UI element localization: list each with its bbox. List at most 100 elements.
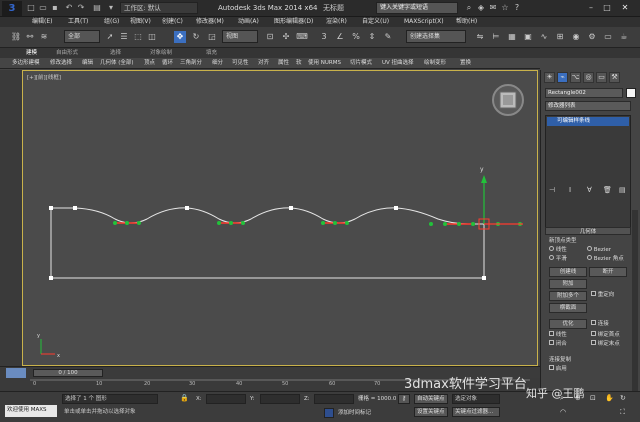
ribbon-polygon-modeling[interactable]: 多边形建模 — [12, 58, 40, 69]
enable-checkbox[interactable]: 启用 — [549, 365, 567, 373]
selection-filter-dropdown[interactable]: 全部 — [64, 30, 100, 43]
ribbon-tab-modeling[interactable]: 建模 — [26, 48, 37, 58]
layer-manager-icon[interactable]: ▦ — [506, 31, 518, 43]
time-slider[interactable]: 0 / 100 — [33, 369, 103, 377]
radio-smooth-icon[interactable] — [549, 255, 554, 260]
bind-first-checkbox[interactable]: 绑定首点 — [591, 331, 620, 339]
pivot-center-icon[interactable]: ⊡ — [264, 31, 276, 43]
ribbon-soft[interactable]: 软 — [296, 58, 302, 69]
spinner-snap-icon[interactable]: ⇕ — [366, 31, 378, 43]
add-time-tag[interactable]: 添加时间标记 — [338, 409, 371, 417]
select-object-icon[interactable]: ➚ — [104, 31, 116, 43]
rendered-frame-icon[interactable]: ▭ — [602, 31, 614, 43]
modify-tab-icon[interactable]: ⌁ — [557, 72, 568, 83]
enable-checkbox-icon[interactable] — [549, 365, 554, 370]
reorient-checkbox-icon[interactable] — [591, 291, 596, 296]
remove-modifier-icon[interactable]: 🗑 — [603, 186, 612, 194]
front-viewport[interactable]: [+][前][线框] y x y — [22, 70, 538, 366]
select-move-icon[interactable]: ✥ — [174, 31, 186, 43]
ribbon-use-nurms[interactable]: 使用 NURMS — [308, 58, 341, 69]
ribbon-tab-freeform[interactable]: 自由形式 — [56, 48, 78, 58]
rectangular-selection-icon[interactable]: ⬚ — [132, 31, 144, 43]
utilities-tab-icon[interactable]: ⚒ — [609, 72, 620, 83]
maximize-viewport-icon[interactable]: ⛶ — [620, 408, 625, 417]
ribbon-loops[interactable]: 循环 — [162, 58, 173, 69]
stack-item-editable-spline[interactable]: 可编辑样条线 — [547, 117, 629, 126]
edit-named-selection-icon[interactable]: ✎ — [382, 31, 394, 43]
z-coordinate-field[interactable] — [314, 394, 354, 404]
menu-rendering[interactable]: 渲染(R) — [326, 17, 347, 27]
help-icon[interactable]: ? — [512, 2, 522, 13]
bind-last-checkbox[interactable]: 绑定末点 — [591, 340, 620, 348]
y-coordinate-field[interactable] — [260, 394, 300, 404]
communication-icon[interactable]: ✉ — [488, 2, 498, 13]
ribbon-tab-populate[interactable]: 填充 — [206, 48, 217, 58]
ribbon-subdivision[interactable]: 细分 — [212, 58, 223, 69]
bind-space-warp-icon[interactable]: ≋ — [38, 31, 50, 43]
percent-snap-icon[interactable]: % — [350, 31, 362, 43]
lock-selection-icon[interactable]: 🔒 — [180, 394, 189, 402]
ribbon-edit[interactable]: 编辑 — [82, 58, 93, 69]
curve-editor-icon[interactable]: ∿ — [538, 31, 550, 43]
reorient-checkbox[interactable]: 重定向 — [591, 291, 614, 299]
menu-tools[interactable]: 工具(T) — [68, 17, 88, 27]
attach-button[interactable]: 附加 — [549, 279, 587, 289]
subscription-icon[interactable]: ◈ — [476, 2, 486, 13]
search-input[interactable]: 键入关键字或短语 — [376, 2, 458, 14]
radio-bezier-corner[interactable]: Bezier 角点 — [587, 255, 624, 263]
viewport-canvas[interactable]: y x y — [23, 71, 537, 365]
show-end-result-icon[interactable]: Ι — [569, 186, 571, 194]
maximize-button[interactable]: □ — [602, 2, 612, 13]
pin-stack-icon[interactable]: ⊣ — [549, 186, 555, 194]
radio-linear[interactable]: 线性 — [549, 246, 567, 254]
create-tab-icon[interactable]: ☀ — [544, 72, 555, 83]
connect-checkbox[interactable]: 连接 — [591, 320, 609, 328]
angle-snap-icon[interactable]: ∠ — [334, 31, 346, 43]
save-icon[interactable]: ▪ — [50, 3, 60, 13]
search-icon[interactable]: ⌕ — [464, 2, 474, 13]
command-panel-scrollbar[interactable] — [632, 210, 638, 410]
motion-tab-icon[interactable]: ◎ — [583, 72, 594, 83]
object-color-swatch[interactable] — [626, 88, 636, 98]
rollout-geometry[interactable]: 几何体 — [545, 227, 631, 235]
quick-access-dropdown-icon[interactable]: ▾ — [106, 3, 116, 13]
render-production-icon[interactable]: ☕ — [618, 31, 630, 43]
menu-maxscript[interactable]: MAXScript(X) — [404, 17, 444, 27]
modifier-list-dropdown[interactable]: 修改器列表 — [545, 101, 631, 111]
link-icon[interactable]: ⛓ — [10, 31, 22, 43]
selected-object-dropdown[interactable]: 选定对象 — [452, 394, 500, 404]
ribbon-geometry-all[interactable]: 几何体 (全部) — [100, 58, 134, 69]
material-editor-icon[interactable]: ◉ — [570, 31, 582, 43]
close-button[interactable]: ✕ — [620, 2, 630, 13]
select-scale-icon[interactable]: ◲ — [206, 31, 218, 43]
object-name-field[interactable]: Rectangle002 — [545, 88, 623, 98]
ribbon-paint-deform[interactable]: 绘制变形 — [424, 58, 446, 69]
make-unique-icon[interactable]: ∀ — [587, 186, 592, 194]
redo-icon[interactable]: ↷ — [76, 3, 86, 13]
connect-checkbox-icon[interactable] — [591, 320, 596, 325]
reference-coordinate-dropdown[interactable]: 视图 — [222, 30, 258, 43]
fov-icon[interactable]: ◠ — [560, 408, 566, 416]
named-selection-dropdown[interactable]: 创建选择集 — [406, 30, 466, 43]
ribbon-properties[interactable]: 属性 — [278, 58, 289, 69]
favorites-icon[interactable]: ☆ — [500, 2, 510, 13]
orbit-icon[interactable]: ↻ — [620, 394, 626, 402]
menu-help[interactable]: 帮助(H) — [456, 17, 477, 27]
open-file-icon[interactable]: ▭ — [38, 3, 48, 13]
menu-group[interactable]: 组(G) — [104, 17, 119, 27]
menu-edit[interactable]: 编辑(E) — [32, 17, 52, 27]
closed-checkbox-icon[interactable] — [549, 340, 554, 345]
key-filters-button[interactable]: 关键点过滤器... — [452, 407, 500, 417]
ribbon-align[interactable]: 对齐 — [258, 58, 269, 69]
bind-first-checkbox-icon[interactable] — [591, 331, 596, 336]
x-coordinate-field[interactable] — [206, 394, 246, 404]
auto-key-button[interactable]: 自动关键点 — [414, 394, 448, 404]
set-key-button[interactable]: 设置关键点 — [414, 407, 448, 417]
ribbon-triangulation[interactable]: 三角剖分 — [180, 58, 202, 69]
break-button[interactable]: 断开 — [589, 267, 627, 277]
align-icon[interactable]: ⊨ — [490, 31, 502, 43]
linear-checkbox[interactable]: 线性 — [549, 331, 567, 339]
radio-bezier[interactable]: Bezier — [587, 246, 611, 254]
hierarchy-tab-icon[interactable]: ⌥ — [570, 72, 581, 83]
display-tab-icon[interactable]: ▭ — [596, 72, 607, 83]
